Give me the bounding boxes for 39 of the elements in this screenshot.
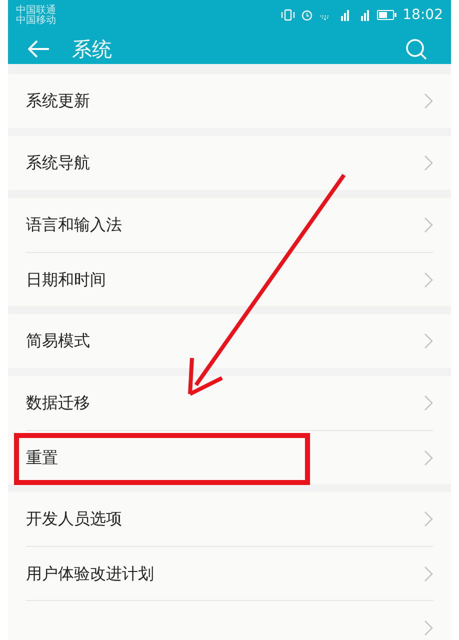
search-icon xyxy=(405,38,427,60)
chevron-icon xyxy=(424,93,433,109)
chevron-icon xyxy=(424,566,433,582)
settings-item[interactable]: 简易模式 xyxy=(26,314,433,368)
settings-item[interactable]: 系统导航 xyxy=(26,136,433,190)
chevron-icon xyxy=(424,155,433,171)
clock-time: 18:02 xyxy=(402,8,443,22)
carrier-name: 中国移动 xyxy=(16,16,56,26)
settings-item[interactable]: 系统更新 xyxy=(26,74,433,128)
carrier-name: 中国联通 xyxy=(16,6,56,16)
item-label: 语言和输入法 xyxy=(26,214,123,236)
item-label: 用户体验改进计划 xyxy=(26,562,155,584)
item-label: 系统导航 xyxy=(26,152,91,174)
alarm-icon xyxy=(300,9,313,21)
page-title: 系统 xyxy=(72,36,113,63)
chevron-icon xyxy=(424,333,433,349)
back-icon xyxy=(28,40,50,58)
item-label: 重置 xyxy=(26,446,59,468)
settings-item[interactable]: 日期和时间 xyxy=(26,252,433,306)
chevron-icon xyxy=(424,272,433,288)
item-label: 日期和时间 xyxy=(26,268,107,290)
item-label: 系统更新 xyxy=(26,90,91,112)
vibrate-icon xyxy=(280,9,295,21)
chevron-icon xyxy=(424,620,433,636)
settings-item[interactable]: 语言和输入法 xyxy=(26,198,433,252)
item-label: 开发人员选项 xyxy=(26,508,123,530)
item-label: 数据迁移 xyxy=(26,392,91,414)
settings-item[interactable]: 数据迁移 xyxy=(26,376,433,430)
battery-icon xyxy=(376,10,397,20)
settings-item[interactable]: 重置 xyxy=(26,430,433,484)
settings-item[interactable]: 开发人员选项 xyxy=(26,492,433,546)
search-button[interactable] xyxy=(405,38,427,60)
item-label: 简易模式 xyxy=(26,330,91,352)
chevron-icon xyxy=(424,511,433,527)
chevron-icon xyxy=(424,217,433,233)
chevron-icon xyxy=(424,450,433,466)
chevron-icon xyxy=(424,395,433,411)
settings-item[interactable]: 用户体验改进计划 xyxy=(26,546,433,600)
back-button[interactable] xyxy=(28,40,50,58)
